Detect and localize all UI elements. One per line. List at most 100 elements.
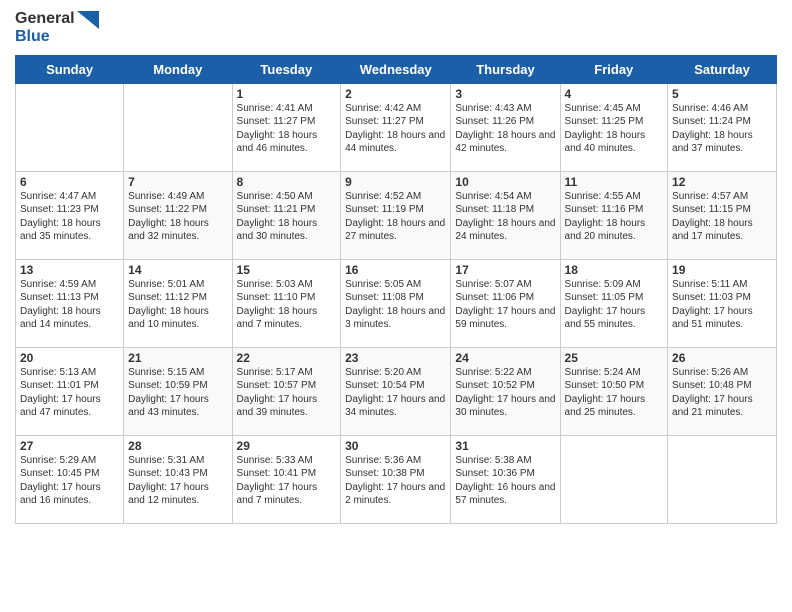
day-info: Sunrise: 5:09 AM Sunset: 11:05 PM Daylig… bbox=[565, 278, 664, 332]
day-number: 2 bbox=[345, 87, 446, 101]
day-number: 17 bbox=[455, 263, 555, 277]
table-row: 7Sunrise: 4:49 AM Sunset: 11:22 PM Dayli… bbox=[124, 171, 232, 259]
day-info: Sunrise: 5:15 AM Sunset: 10:59 PM Daylig… bbox=[128, 366, 227, 420]
table-row: 3Sunrise: 4:43 AM Sunset: 11:26 PM Dayli… bbox=[451, 83, 560, 171]
table-row: 17Sunrise: 5:07 AM Sunset: 11:06 PM Dayl… bbox=[451, 259, 560, 347]
table-row: 14Sunrise: 5:01 AM Sunset: 11:12 PM Dayl… bbox=[124, 259, 232, 347]
table-row bbox=[124, 83, 232, 171]
calendar-week-4: 20Sunrise: 5:13 AM Sunset: 11:01 PM Dayl… bbox=[16, 347, 777, 435]
table-row: 6Sunrise: 4:47 AM Sunset: 11:23 PM Dayli… bbox=[16, 171, 124, 259]
header-friday: Friday bbox=[560, 55, 668, 83]
calendar-week-2: 6Sunrise: 4:47 AM Sunset: 11:23 PM Dayli… bbox=[16, 171, 777, 259]
day-number: 28 bbox=[128, 439, 227, 453]
day-info: Sunrise: 5:01 AM Sunset: 11:12 PM Daylig… bbox=[128, 278, 227, 332]
logo: General Blue bbox=[15, 10, 99, 47]
table-row: 29Sunrise: 5:33 AM Sunset: 10:41 PM Dayl… bbox=[232, 435, 341, 523]
table-row: 20Sunrise: 5:13 AM Sunset: 11:01 PM Dayl… bbox=[16, 347, 124, 435]
day-info: Sunrise: 4:49 AM Sunset: 11:22 PM Daylig… bbox=[128, 190, 227, 244]
day-number: 25 bbox=[565, 351, 664, 365]
day-number: 6 bbox=[20, 175, 119, 189]
day-info: Sunrise: 5:26 AM Sunset: 10:48 PM Daylig… bbox=[672, 366, 772, 420]
day-info: Sunrise: 5:31 AM Sunset: 10:43 PM Daylig… bbox=[128, 454, 227, 508]
day-number: 14 bbox=[128, 263, 227, 277]
day-number: 16 bbox=[345, 263, 446, 277]
logo-blue: Blue bbox=[15, 28, 75, 46]
table-row: 25Sunrise: 5:24 AM Sunset: 10:50 PM Dayl… bbox=[560, 347, 668, 435]
day-info: Sunrise: 5:33 AM Sunset: 10:41 PM Daylig… bbox=[237, 454, 337, 508]
table-row: 1Sunrise: 4:41 AM Sunset: 11:27 PM Dayli… bbox=[232, 83, 341, 171]
day-number: 8 bbox=[237, 175, 337, 189]
day-info: Sunrise: 4:55 AM Sunset: 11:16 PM Daylig… bbox=[565, 190, 664, 244]
day-number: 24 bbox=[455, 351, 555, 365]
day-number: 31 bbox=[455, 439, 555, 453]
header-wednesday: Wednesday bbox=[341, 55, 451, 83]
day-info: Sunrise: 5:03 AM Sunset: 11:10 PM Daylig… bbox=[237, 278, 337, 332]
day-number: 18 bbox=[565, 263, 664, 277]
day-number: 5 bbox=[672, 87, 772, 101]
table-row: 31Sunrise: 5:38 AM Sunset: 10:36 PM Dayl… bbox=[451, 435, 560, 523]
table-row bbox=[560, 435, 668, 523]
table-row: 22Sunrise: 5:17 AM Sunset: 10:57 PM Dayl… bbox=[232, 347, 341, 435]
day-info: Sunrise: 4:57 AM Sunset: 11:15 PM Daylig… bbox=[672, 190, 772, 244]
day-info: Sunrise: 4:52 AM Sunset: 11:19 PM Daylig… bbox=[345, 190, 446, 244]
day-number: 3 bbox=[455, 87, 555, 101]
table-row: 21Sunrise: 5:15 AM Sunset: 10:59 PM Dayl… bbox=[124, 347, 232, 435]
day-info: Sunrise: 5:38 AM Sunset: 10:36 PM Daylig… bbox=[455, 454, 555, 508]
table-row: 11Sunrise: 4:55 AM Sunset: 11:16 PM Dayl… bbox=[560, 171, 668, 259]
table-row: 12Sunrise: 4:57 AM Sunset: 11:15 PM Dayl… bbox=[668, 171, 777, 259]
day-number: 12 bbox=[672, 175, 772, 189]
table-row: 19Sunrise: 5:11 AM Sunset: 11:03 PM Dayl… bbox=[668, 259, 777, 347]
logo-triangle-icon bbox=[77, 11, 99, 41]
day-number: 19 bbox=[672, 263, 772, 277]
table-row: 13Sunrise: 4:59 AM Sunset: 11:13 PM Dayl… bbox=[16, 259, 124, 347]
day-info: Sunrise: 4:42 AM Sunset: 11:27 PM Daylig… bbox=[345, 102, 446, 156]
day-info: Sunrise: 4:47 AM Sunset: 11:23 PM Daylig… bbox=[20, 190, 119, 244]
table-row: 30Sunrise: 5:36 AM Sunset: 10:38 PM Dayl… bbox=[341, 435, 451, 523]
header-sunday: Sunday bbox=[16, 55, 124, 83]
header-tuesday: Tuesday bbox=[232, 55, 341, 83]
day-number: 27 bbox=[20, 439, 119, 453]
day-info: Sunrise: 5:20 AM Sunset: 10:54 PM Daylig… bbox=[345, 366, 446, 420]
day-number: 4 bbox=[565, 87, 664, 101]
calendar-week-3: 13Sunrise: 4:59 AM Sunset: 11:13 PM Dayl… bbox=[16, 259, 777, 347]
table-row: 15Sunrise: 5:03 AM Sunset: 11:10 PM Dayl… bbox=[232, 259, 341, 347]
day-info: Sunrise: 5:05 AM Sunset: 11:08 PM Daylig… bbox=[345, 278, 446, 332]
day-info: Sunrise: 4:41 AM Sunset: 11:27 PM Daylig… bbox=[237, 102, 337, 156]
table-row: 18Sunrise: 5:09 AM Sunset: 11:05 PM Dayl… bbox=[560, 259, 668, 347]
header-monday: Monday bbox=[124, 55, 232, 83]
day-info: Sunrise: 5:36 AM Sunset: 10:38 PM Daylig… bbox=[345, 454, 446, 508]
table-row: 4Sunrise: 4:45 AM Sunset: 11:25 PM Dayli… bbox=[560, 83, 668, 171]
day-info: Sunrise: 4:54 AM Sunset: 11:18 PM Daylig… bbox=[455, 190, 555, 244]
day-info: Sunrise: 5:22 AM Sunset: 10:52 PM Daylig… bbox=[455, 366, 555, 420]
table-row bbox=[16, 83, 124, 171]
day-info: Sunrise: 4:45 AM Sunset: 11:25 PM Daylig… bbox=[565, 102, 664, 156]
day-number: 23 bbox=[345, 351, 446, 365]
header-thursday: Thursday bbox=[451, 55, 560, 83]
day-number: 29 bbox=[237, 439, 337, 453]
table-row: 27Sunrise: 5:29 AM Sunset: 10:45 PM Dayl… bbox=[16, 435, 124, 523]
header-saturday: Saturday bbox=[668, 55, 777, 83]
day-number: 30 bbox=[345, 439, 446, 453]
day-number: 21 bbox=[128, 351, 227, 365]
table-row: 8Sunrise: 4:50 AM Sunset: 11:21 PM Dayli… bbox=[232, 171, 341, 259]
page-header: General Blue bbox=[15, 10, 777, 47]
table-row: 23Sunrise: 5:20 AM Sunset: 10:54 PM Dayl… bbox=[341, 347, 451, 435]
logo-text: General Blue bbox=[15, 10, 75, 47]
table-row: 10Sunrise: 4:54 AM Sunset: 11:18 PM Dayl… bbox=[451, 171, 560, 259]
table-row: 2Sunrise: 4:42 AM Sunset: 11:27 PM Dayli… bbox=[341, 83, 451, 171]
day-number: 20 bbox=[20, 351, 119, 365]
logo-general: General bbox=[15, 10, 75, 28]
day-info: Sunrise: 5:13 AM Sunset: 11:01 PM Daylig… bbox=[20, 366, 119, 420]
day-number: 11 bbox=[565, 175, 664, 189]
day-info: Sunrise: 5:24 AM Sunset: 10:50 PM Daylig… bbox=[565, 366, 664, 420]
day-number: 26 bbox=[672, 351, 772, 365]
table-row: 16Sunrise: 5:05 AM Sunset: 11:08 PM Dayl… bbox=[341, 259, 451, 347]
table-row: 26Sunrise: 5:26 AM Sunset: 10:48 PM Dayl… bbox=[668, 347, 777, 435]
day-number: 1 bbox=[237, 87, 337, 101]
day-number: 13 bbox=[20, 263, 119, 277]
day-number: 10 bbox=[455, 175, 555, 189]
calendar-header-row: Sunday Monday Tuesday Wednesday Thursday… bbox=[16, 55, 777, 83]
day-number: 7 bbox=[128, 175, 227, 189]
table-row: 28Sunrise: 5:31 AM Sunset: 10:43 PM Dayl… bbox=[124, 435, 232, 523]
day-number: 9 bbox=[345, 175, 446, 189]
